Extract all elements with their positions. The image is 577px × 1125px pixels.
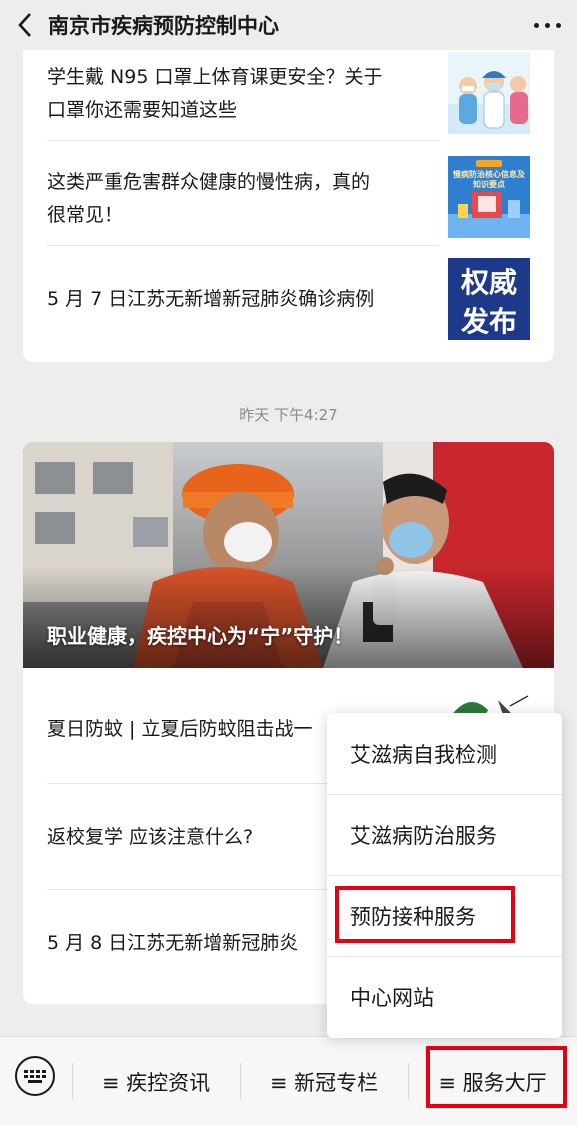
article-title: 这类严重危害群众健康的慢性病，真的 很常见！	[47, 166, 437, 232]
article-title-line: 5 月 7 日江苏无新增新冠肺炎确诊病例	[47, 287, 375, 310]
chevron-left-icon	[18, 13, 31, 37]
menu-item-disease-news[interactable]: ≡ 疾控资讯	[72, 1037, 240, 1125]
divider	[47, 245, 439, 246]
list-item[interactable]: 5 月 7 日江苏无新增新冠肺炎确诊病例 权威 发布	[47, 258, 530, 340]
hero-caption: 职业健康，疾控中心为“宁”守护！	[47, 624, 354, 648]
article-title-line: 学生戴 N95 口罩上体育课更安全？关于	[47, 66, 383, 88]
thumbnail-badge-text: 慢病防治核心信息及知识要点	[453, 170, 525, 189]
page-title: 南京市疾病预防控制中心	[48, 14, 279, 38]
article-title-line: 口罩你还需要知道这些	[47, 99, 238, 121]
highlight-box-service-hall	[426, 1046, 567, 1108]
more-dot-icon	[544, 22, 550, 28]
thumbnail-text: 发布	[460, 305, 517, 338]
highlight-box-vaccination	[335, 886, 515, 943]
menu-item-covid-column[interactable]: ≡ 新冠专栏	[240, 1037, 408, 1125]
submenu-item-aids-service[interactable]: 艾滋病防治服务	[327, 794, 562, 875]
article-title: 学生戴 N95 口罩上体育课更安全？关于 口罩你还需要知道这些	[47, 61, 437, 127]
article-title: 5 月 7 日江苏无新增新冠肺炎确诊病例	[47, 283, 447, 316]
hero-image[interactable]: 职业健康，疾控中心为“宁”守护！	[23, 442, 554, 668]
list-item[interactable]: 学生戴 N95 口罩上体育课更安全？关于 口罩你还需要知道这些	[47, 50, 530, 138]
list-item[interactable]: 这类严重危害群众健康的慢性病，真的 很常见！ 慢病防治核心信息及知识要点	[47, 151, 530, 247]
submenu-item-aids-self-test[interactable]: 艾滋病自我检测	[327, 713, 562, 794]
article-title-line: 这类严重危害群众健康的慢性病，真的	[47, 171, 371, 193]
more-dot-icon	[533, 22, 539, 28]
message-timestamp: 昨天 下午4:27	[239, 406, 338, 424]
thumbnail-text: 权威	[460, 266, 517, 299]
article-card-1: 学生戴 N95 口罩上体育课更安全？关于 口罩你还需要知道这些 这类严重危害群众…	[23, 20, 554, 362]
article-thumbnail	[448, 52, 530, 134]
submenu-item-center-website[interactable]: 中心网站	[327, 956, 562, 1037]
back-button[interactable]	[0, 0, 50, 50]
divider	[47, 140, 439, 141]
more-options-button[interactable]	[517, 0, 577, 50]
keyboard-icon	[24, 1070, 46, 1083]
more-dot-icon	[555, 22, 561, 28]
article-thumbnail: 权威 发布	[448, 258, 530, 340]
article-thumbnail: 慢病防治核心信息及知识要点	[448, 156, 530, 238]
article-title-line: 很常见！	[47, 204, 124, 226]
top-bar: 南京市疾病预防控制中心	[0, 0, 577, 50]
service-submenu: 艾滋病自我检测 艾滋病防治服务 预防接种服务 中心网站	[327, 713, 562, 1038]
keyboard-toggle-button[interactable]	[15, 1056, 55, 1096]
